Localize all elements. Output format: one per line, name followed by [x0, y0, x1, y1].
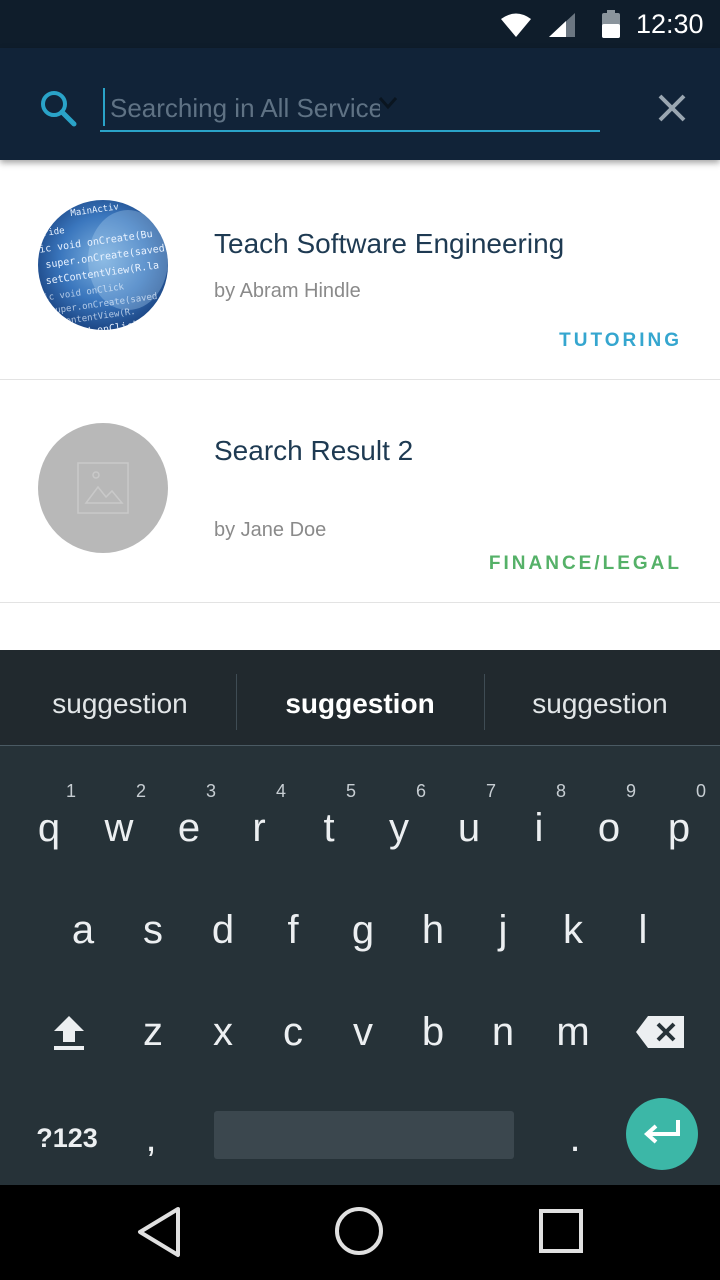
result-category-label: FINANCE/LEGAL: [488, 553, 682, 574]
back-icon: [138, 1207, 180, 1257]
suggestion-item[interactable]: suggestion: [240, 650, 480, 746]
recents-icon: [539, 1209, 583, 1253]
home-button[interactable]: [300, 1185, 420, 1280]
result-author: by Jane Doe: [214, 519, 327, 541]
result-category-label: TUTORING: [559, 330, 682, 351]
key-hint: 3: [205, 781, 216, 801]
key-label: w: [104, 806, 134, 850]
key-hint: 1: [65, 781, 76, 801]
backspace-icon: [636, 1016, 684, 1048]
key-o[interactable]: 9o: [574, 778, 644, 878]
key-p[interactable]: 0p: [644, 778, 714, 878]
space-key[interactable]: [214, 1111, 514, 1159]
key-j[interactable]: j: [468, 880, 538, 980]
signal-icon: [549, 13, 575, 37]
symbols-key[interactable]: ?123: [22, 1088, 112, 1188]
search-result-item[interactable]: MainActiv ride lic void onCreate(Bu supe…: [0, 160, 720, 380]
key-hint: 6: [415, 781, 426, 801]
key-hint: 9: [625, 781, 636, 801]
key-q[interactable]: 1q: [14, 778, 84, 878]
shift-key[interactable]: [34, 982, 104, 1082]
search-input[interactable]: [110, 88, 380, 128]
backspace-key[interactable]: [626, 982, 696, 1082]
recents-button[interactable]: [502, 1185, 622, 1280]
key-b[interactable]: b: [398, 982, 468, 1082]
result-thumbnail: [38, 423, 168, 553]
key-hint: 2: [135, 781, 146, 801]
key-s[interactable]: s: [118, 880, 188, 980]
key-c[interactable]: c: [258, 982, 328, 1082]
key-label: i: [534, 806, 544, 850]
key-m[interactable]: m: [538, 982, 608, 1082]
key-label: q: [37, 806, 61, 850]
enter-icon: [643, 1120, 680, 1144]
code-screenshot-image: MainActiv ride lic void onCreate(Bu supe…: [38, 200, 168, 330]
key-label: r: [252, 806, 266, 850]
key-label: t: [323, 806, 335, 850]
key-a[interactable]: a: [48, 880, 118, 980]
key-hint: 4: [275, 781, 286, 801]
back-button[interactable]: [100, 1185, 220, 1280]
result-title: Teach Software Engineering: [214, 228, 565, 259]
suggestion-divider: [236, 674, 237, 730]
status-bar: 12:30: [0, 0, 720, 48]
home-icon: [335, 1207, 383, 1255]
key-d[interactable]: d: [188, 880, 258, 980]
search-app-bar: [0, 48, 720, 160]
result-thumbnail: MainActiv ride lic void onCreate(Bu supe…: [38, 200, 168, 330]
key-x[interactable]: x: [188, 982, 258, 1082]
key-u[interactable]: 7u: [434, 778, 504, 878]
key-k[interactable]: k: [538, 880, 608, 980]
key-label: o: [597, 806, 621, 850]
key-label: e: [177, 806, 201, 850]
key-hint: 8: [555, 781, 566, 801]
key-r[interactable]: 4r: [224, 778, 294, 878]
suggestion-strip: suggestion suggestion suggestion: [0, 650, 720, 746]
key-w[interactable]: 2w: [84, 778, 154, 878]
key-hint: 7: [485, 781, 496, 801]
suggestion-item[interactable]: suggestion: [480, 650, 720, 746]
navigation-bar: [0, 1185, 720, 1280]
text-cursor: [103, 88, 105, 126]
search-icon[interactable]: [38, 88, 78, 128]
result-title: Search Result 2: [214, 435, 414, 466]
search-field[interactable]: [100, 86, 600, 132]
key-hint: 0: [695, 781, 706, 801]
suggestion-item[interactable]: suggestion: [0, 650, 240, 746]
key-v[interactable]: v: [328, 982, 398, 1082]
enter-key[interactable]: [626, 1098, 698, 1170]
key-label: p: [667, 806, 691, 850]
key-label: y: [389, 806, 409, 850]
key-h[interactable]: h: [398, 880, 468, 980]
shift-icon: [54, 1016, 84, 1050]
key-n[interactable]: n: [468, 982, 538, 1082]
key-y[interactable]: 6y: [364, 778, 434, 878]
battery-icon: [602, 10, 620, 38]
key-z[interactable]: z: [118, 982, 188, 1082]
key-g[interactable]: g: [328, 880, 398, 980]
key-hint: 5: [345, 781, 356, 801]
chevron-down-icon[interactable]: [378, 96, 398, 110]
search-result-item[interactable]: Search Result 2 by Jane Doe FINANCE/LEGA…: [0, 380, 720, 603]
clock-time: 12:30: [636, 9, 704, 39]
key-f[interactable]: f: [258, 880, 328, 980]
key-e[interactable]: 3e: [154, 778, 224, 878]
app-screen: 12:30 Searching in All Services MainActi…: [0, 0, 720, 1280]
key-t[interactable]: 5t: [294, 778, 364, 878]
period-key[interactable]: .: [540, 1088, 610, 1188]
key-l[interactable]: l: [608, 880, 678, 980]
result-author: by Abram Hindle: [214, 280, 361, 302]
image-placeholder-icon: [77, 462, 129, 514]
key-label: u: [457, 806, 481, 850]
close-icon[interactable]: [652, 88, 692, 128]
key-i[interactable]: 8i: [504, 778, 574, 878]
soft-keyboard: suggestion suggestion suggestion 1q 2w 3…: [0, 650, 720, 1185]
wifi-icon: [501, 13, 531, 37]
comma-key[interactable]: ,: [116, 1088, 186, 1188]
